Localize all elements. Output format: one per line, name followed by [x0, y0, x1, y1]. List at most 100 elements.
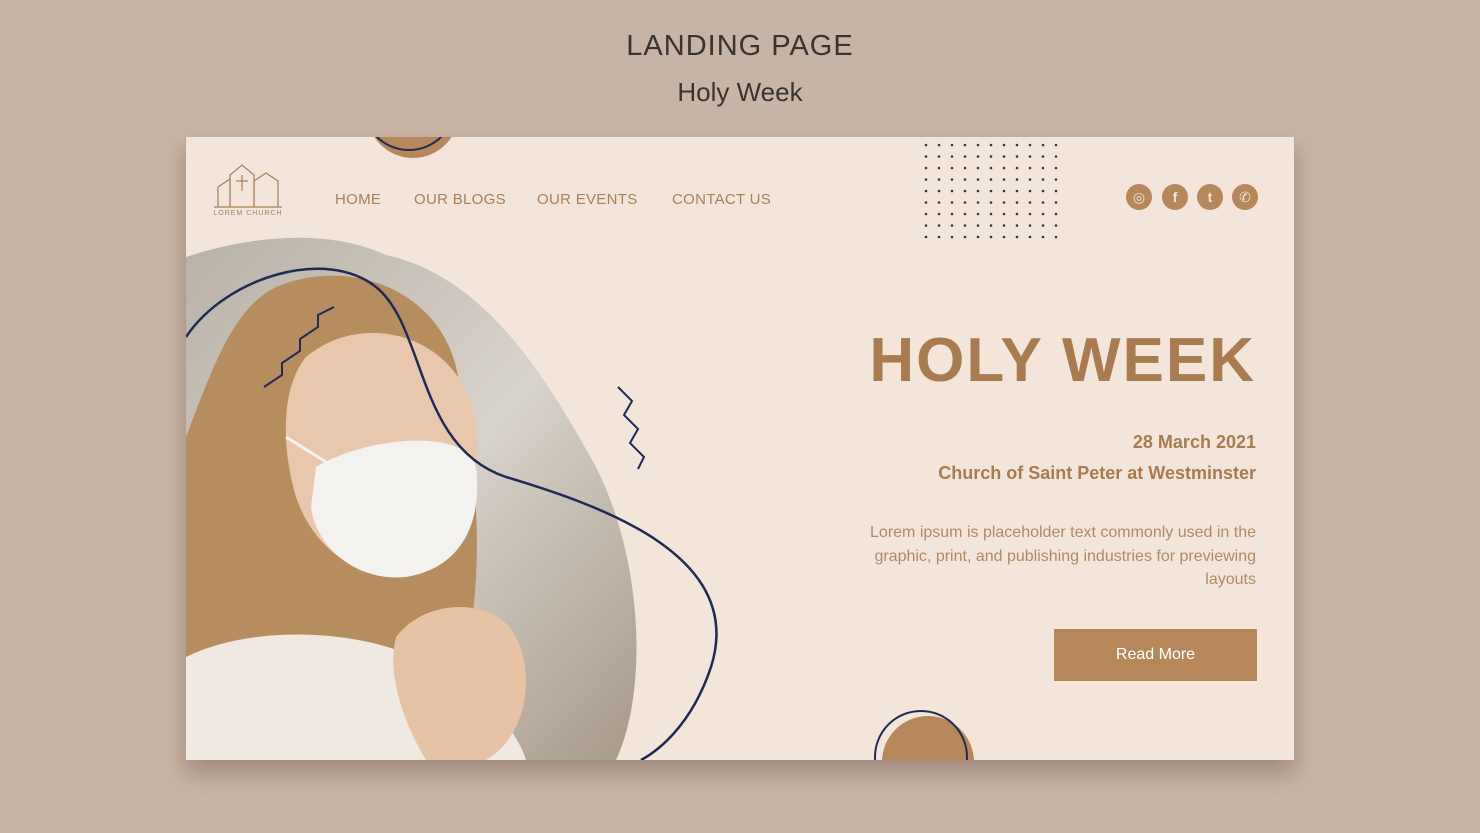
- bottom-circle-fill: [882, 716, 974, 760]
- landing-card: LOREM CHURCH HOME OUR BLOGS OUR EVENTS C…: [186, 137, 1294, 760]
- grid-dot: [1002, 189, 1006, 193]
- grid-dot: [1002, 155, 1006, 158]
- grid-dot: [937, 178, 941, 181]
- grid-dot: [1041, 166, 1045, 170]
- grid-dot: [1054, 212, 1058, 216]
- grid-dot: [963, 189, 967, 193]
- grid-dot: [976, 143, 980, 147]
- grid-dot: [963, 212, 967, 216]
- grid-dot: [963, 166, 967, 170]
- nav-item-home[interactable]: HOME: [335, 191, 381, 208]
- grid-dot: [937, 235, 941, 239]
- grid-dot: [924, 143, 928, 147]
- grid-dot: [1041, 235, 1045, 239]
- grid-dot: [1028, 235, 1032, 239]
- grid-dot: [937, 143, 941, 147]
- grid-dot: [989, 201, 993, 204]
- grid-dot: [950, 224, 954, 227]
- grid-dot: [989, 166, 993, 170]
- grid-dot: [924, 178, 928, 181]
- grid-dot: [1002, 178, 1006, 181]
- grid-dot: [950, 201, 954, 204]
- grid-dot: [924, 224, 928, 227]
- grid-dot: [1028, 201, 1032, 204]
- grid-dot: [924, 201, 928, 204]
- instagram-icon[interactable]: ◎: [1126, 184, 1152, 210]
- grid-dot: [976, 166, 980, 170]
- grid-dot: [963, 235, 967, 239]
- grid-dot: [963, 155, 967, 158]
- grid-dot: [937, 155, 941, 158]
- nav-item-our-blogs[interactable]: OUR BLOGS: [414, 191, 506, 208]
- event-date: 28 March 2021: [1132, 432, 1256, 452]
- grid-dot: [963, 201, 967, 204]
- grid-dot: [950, 143, 954, 147]
- grid-dot: [976, 235, 980, 239]
- grid-dot: [976, 212, 980, 216]
- facebook-icon[interactable]: f: [1162, 184, 1188, 210]
- grid-dot: [1015, 224, 1019, 227]
- grid-dot: [989, 178, 993, 181]
- grid-dot: [1054, 166, 1058, 170]
- grid-dot: [1041, 155, 1045, 158]
- grid-dot: [976, 201, 980, 204]
- grid-dot: [1002, 143, 1006, 147]
- grid-dot: [989, 212, 993, 216]
- event-location: Church of Saint Peter at Westminster: [938, 463, 1256, 483]
- grid-dot: [989, 189, 993, 193]
- grid-dot: [963, 143, 967, 147]
- grid-dot: [1041, 178, 1045, 181]
- grid-dot: [924, 189, 928, 193]
- hero-photo: [186, 237, 637, 760]
- grid-dot: [1002, 212, 1006, 216]
- grid-dot: [937, 201, 941, 204]
- grid-dot: [1002, 166, 1006, 170]
- grid-dot: [924, 166, 928, 170]
- grid-dot: [937, 224, 941, 227]
- grid-dot: [1028, 212, 1032, 216]
- grid-dot: [1002, 235, 1006, 239]
- grid-dot: [924, 212, 928, 216]
- page-title: LANDING PAGE: [626, 30, 854, 62]
- grid-dot: [924, 235, 928, 239]
- grid-dot: [963, 224, 967, 227]
- page-subtitle: Holy Week: [677, 77, 803, 107]
- logo-text: LOREM CHURCH: [213, 210, 283, 217]
- read-more-button[interactable]: Read More: [1054, 629, 1257, 681]
- grid-dot: [937, 166, 941, 170]
- nav-item-contact-us[interactable]: CONTACT US: [672, 191, 771, 208]
- grid-dot: [1054, 201, 1058, 204]
- grid-dot: [924, 155, 928, 158]
- grid-dot: [1041, 143, 1045, 147]
- grid-dot: [989, 235, 993, 239]
- grid-dot: [989, 224, 993, 227]
- grid-dot: [1015, 235, 1019, 239]
- grid-dot: [1028, 166, 1032, 170]
- grid-dot: [976, 189, 980, 193]
- grid-dot: [1028, 189, 1032, 193]
- grid-dot: [1015, 166, 1019, 170]
- grid-dot: [950, 166, 954, 170]
- hero-title: HOLY WEEK: [869, 326, 1256, 395]
- grid-dot: [976, 178, 980, 181]
- grid-dot: [950, 235, 954, 239]
- grid-dot: [1041, 224, 1045, 227]
- grid-dot: [963, 178, 967, 181]
- grid-dot: [1041, 189, 1045, 193]
- grid-dot: [1028, 224, 1032, 227]
- grid-dot: [1015, 178, 1019, 181]
- grid-dot: [1002, 224, 1006, 227]
- grid-dot: [937, 189, 941, 193]
- grid-dot: [950, 178, 954, 181]
- grid-dot: [1015, 143, 1019, 147]
- church-logo[interactable]: LOREM CHURCH: [210, 161, 286, 221]
- nav-item-our-events[interactable]: OUR EVENTS: [537, 191, 638, 208]
- grid-dot: [950, 155, 954, 158]
- whatsapp-icon[interactable]: ✆: [1232, 184, 1258, 210]
- grid-dot: [1054, 143, 1058, 147]
- dot-grid: [924, 143, 1058, 239]
- grid-dot: [1028, 143, 1032, 147]
- church-icon: [214, 164, 282, 208]
- zigzag-right: [617, 386, 646, 470]
- twitter-icon[interactable]: t: [1197, 184, 1223, 210]
